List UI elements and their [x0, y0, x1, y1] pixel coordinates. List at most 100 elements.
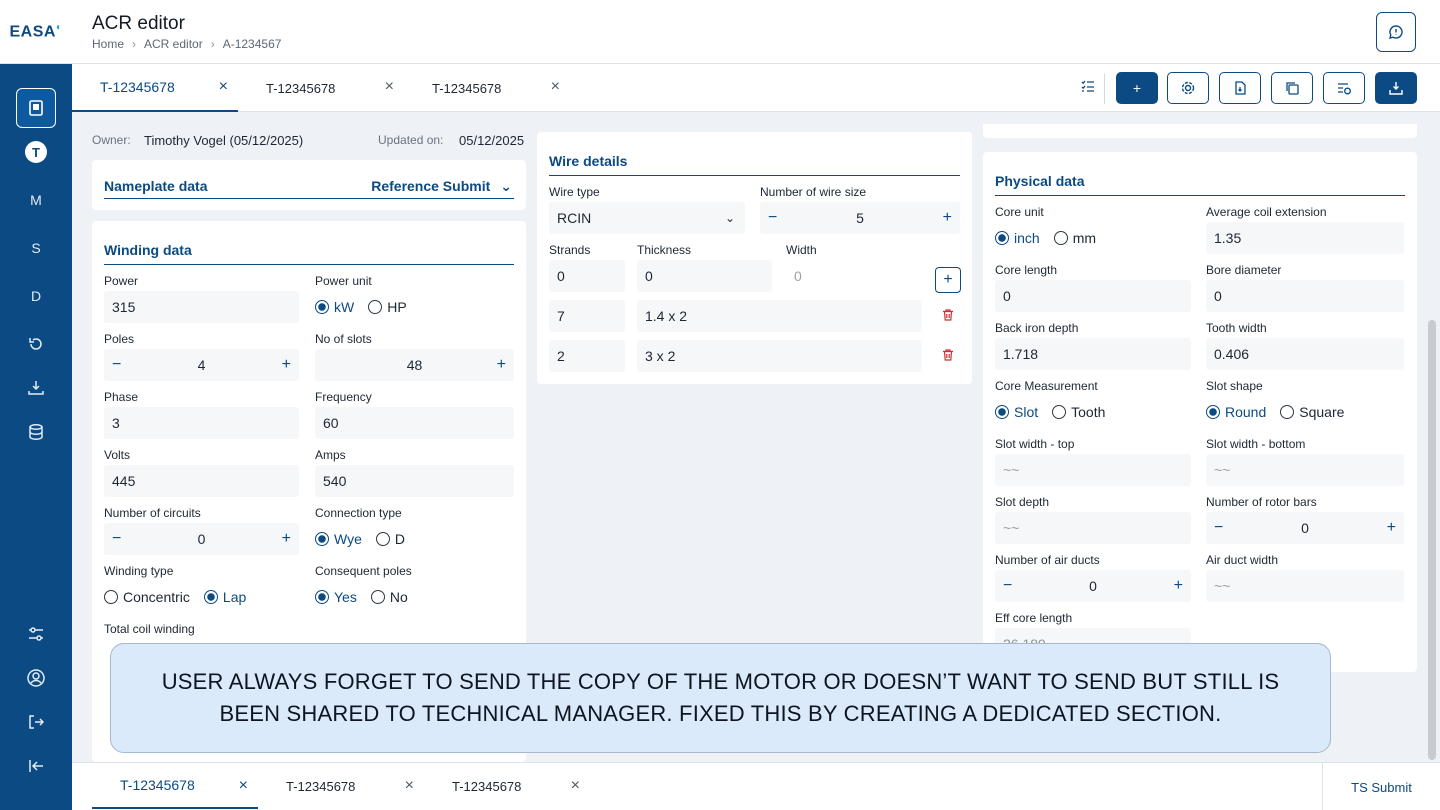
- close-icon[interactable]: ×: [405, 778, 414, 794]
- scrollbar[interactable]: [1428, 320, 1436, 760]
- poles-stepper[interactable]: − 4 +: [104, 349, 299, 381]
- close-icon[interactable]: ×: [571, 778, 580, 794]
- slot-bottom-input[interactable]: ~~: [1206, 454, 1404, 486]
- radio-slot[interactable]: Slot: [995, 404, 1038, 420]
- trash-icon[interactable]: [941, 308, 955, 322]
- power-input[interactable]: 315: [104, 291, 299, 323]
- copy-button[interactable]: [1271, 72, 1313, 104]
- wire-row-dims[interactable]: 3 x 2: [637, 340, 922, 372]
- sidebar-item-t[interactable]: T: [16, 132, 56, 172]
- bore-input[interactable]: 0: [1206, 280, 1404, 312]
- minus-icon[interactable]: −: [112, 356, 121, 374]
- rotor-bars-stepper[interactable]: − 0 +: [1206, 512, 1404, 544]
- tooth-width-input[interactable]: 0.406: [1206, 338, 1404, 370]
- frequency-input[interactable]: 60: [315, 407, 514, 439]
- updated-value: 05/12/2025: [459, 133, 525, 148]
- ts-submit-button[interactable]: TS Submit: [1322, 763, 1440, 810]
- radio-d[interactable]: D: [375, 531, 405, 547]
- slots-value: 48: [406, 357, 423, 373]
- close-icon[interactable]: ×: [551, 79, 560, 95]
- sidebar-item-database[interactable]: [16, 412, 56, 452]
- radio-hp[interactable]: HP: [368, 299, 407, 315]
- add-button[interactable]: +: [1116, 72, 1158, 104]
- sidebar-item-m[interactable]: M: [16, 180, 56, 220]
- history-button[interactable]: [1323, 72, 1365, 104]
- amps-input[interactable]: 540: [315, 465, 514, 497]
- sidebar-item-d[interactable]: D: [16, 276, 56, 316]
- slot-top-input[interactable]: ~~: [995, 454, 1191, 486]
- plus-icon[interactable]: +: [943, 209, 952, 227]
- wire-row-dims[interactable]: 1.4 x 2: [637, 300, 922, 332]
- phase-input[interactable]: 3: [104, 407, 299, 439]
- tab-label: T-12345678: [286, 778, 356, 794]
- radio-tooth[interactable]: Tooth: [1052, 404, 1105, 420]
- circuits-stepper[interactable]: − 0 +: [104, 523, 299, 555]
- sidebar-item-logout[interactable]: [16, 702, 56, 742]
- chevron-down-icon: ⌄: [500, 178, 512, 194]
- footer-tab-2[interactable]: T-12345678 ×: [258, 763, 424, 809]
- slot-depth-input[interactable]: ~~: [995, 512, 1191, 544]
- sidebar-item-settings[interactable]: [16, 614, 56, 654]
- radio-wye[interactable]: Wye: [315, 531, 362, 547]
- radio-kw[interactable]: kW: [315, 299, 354, 315]
- close-icon[interactable]: ×: [219, 79, 228, 95]
- footer-tab-1[interactable]: T-12345678 ×: [92, 763, 258, 809]
- close-icon[interactable]: ×: [385, 79, 394, 95]
- download-button[interactable]: [1375, 72, 1417, 104]
- wire-size-stepper[interactable]: − 5 +: [760, 202, 960, 234]
- tab-record-3[interactable]: T-12345678 ×: [404, 64, 570, 112]
- core-length-input[interactable]: 0: [995, 280, 1191, 312]
- plus-icon[interactable]: +: [282, 530, 291, 548]
- radio-concentric[interactable]: Concentric: [104, 589, 190, 605]
- volts-input[interactable]: 445: [104, 465, 299, 497]
- plus-icon[interactable]: +: [1174, 577, 1183, 595]
- minus-icon[interactable]: −: [112, 530, 121, 548]
- close-icon[interactable]: ×: [239, 778, 248, 794]
- export-file-button[interactable]: [1219, 72, 1261, 104]
- radio-round[interactable]: Round: [1206, 404, 1266, 420]
- power-unit-label: Power unit: [315, 274, 372, 288]
- footer-tab-3[interactable]: T-12345678 ×: [424, 763, 590, 809]
- checklist-icon[interactable]: [1080, 78, 1100, 98]
- wire-row-strands[interactable]: 7: [549, 300, 625, 332]
- sidebar-item-refresh[interactable]: [16, 324, 56, 364]
- plus-icon[interactable]: +: [497, 356, 506, 374]
- minus-icon[interactable]: −: [1214, 519, 1223, 537]
- add-wire-button[interactable]: +: [935, 267, 961, 293]
- new-width-input[interactable]: 0: [786, 260, 921, 292]
- air-duct-width-input[interactable]: ~~: [1206, 570, 1404, 602]
- breadcrumb-home[interactable]: Home: [92, 37, 124, 51]
- sidebar-item-editor[interactable]: [16, 88, 56, 128]
- sidebar-item-download[interactable]: [16, 368, 56, 408]
- reference-submit-dropdown[interactable]: Reference Submit ⌄: [371, 178, 512, 195]
- trash-icon[interactable]: [941, 348, 955, 362]
- list-history-icon: [1338, 83, 1351, 95]
- minus-icon[interactable]: −: [768, 209, 777, 227]
- width-label: Width: [786, 243, 817, 257]
- radio-square[interactable]: Square: [1280, 404, 1344, 420]
- tab-record-2[interactable]: T-12345678 ×: [238, 64, 404, 112]
- radio-mm[interactable]: mm: [1053, 230, 1096, 246]
- minus-icon[interactable]: −: [1003, 577, 1012, 595]
- wire-type-select[interactable]: RCIN ⌄: [549, 202, 745, 234]
- new-strands-input[interactable]: 0: [549, 260, 625, 292]
- breadcrumb-acr-editor[interactable]: ACR editor: [144, 37, 203, 51]
- radio-no[interactable]: No: [370, 589, 408, 605]
- back-iron-input[interactable]: 1.718: [995, 338, 1191, 370]
- radio-lap[interactable]: Lap: [203, 589, 246, 605]
- slots-stepper[interactable]: − 48 +: [315, 349, 514, 381]
- sidebar-item-s[interactable]: S: [16, 228, 56, 268]
- radio-inch[interactable]: inch: [995, 230, 1040, 246]
- radio-yes[interactable]: Yes: [315, 589, 357, 605]
- plus-icon[interactable]: +: [282, 356, 291, 374]
- sidebar-item-profile[interactable]: [16, 658, 56, 698]
- tab-record-1[interactable]: T-12345678 ×: [72, 64, 238, 112]
- sidebar-collapse[interactable]: [16, 746, 56, 786]
- air-ducts-stepper[interactable]: − 0 +: [995, 570, 1191, 602]
- wire-row-strands[interactable]: 2: [549, 340, 625, 372]
- comment-button[interactable]: [1376, 12, 1416, 52]
- settings-button[interactable]: [1167, 72, 1209, 104]
- avg-coil-input[interactable]: 1.35: [1206, 222, 1404, 254]
- new-thickness-input[interactable]: 0: [637, 260, 772, 292]
- plus-icon[interactable]: +: [1387, 519, 1396, 537]
